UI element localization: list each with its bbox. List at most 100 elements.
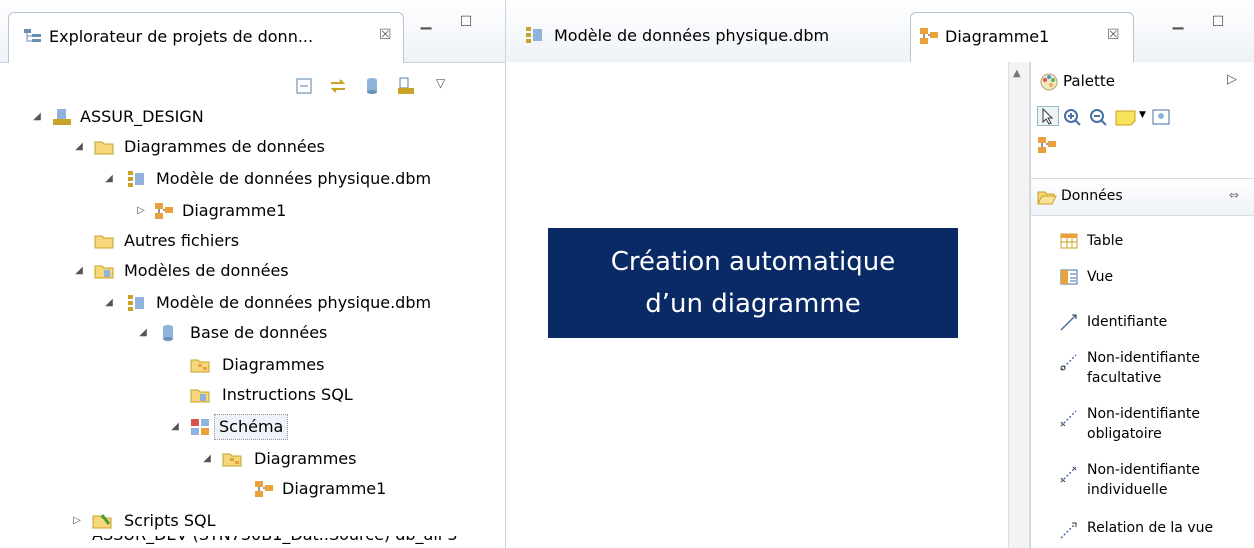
expanded-arrow-icon[interactable]: ◢ xyxy=(74,258,84,284)
image-tool-icon[interactable] xyxy=(1151,108,1171,126)
tree-item-schema[interactable]: ◢ Schéma xyxy=(0,414,500,440)
expanded-arrow-icon[interactable]: ◢ xyxy=(170,414,180,440)
palette-group-donnees[interactable]: Données ⇔ xyxy=(1031,178,1254,216)
palette-item-sublabel: individuelle xyxy=(1087,482,1168,498)
palette-item-identifiante[interactable]: Identifiante xyxy=(1031,306,1254,336)
annotation-callout: Création automatique d’un diagramme xyxy=(548,228,958,338)
palette-item-label: Vue xyxy=(1087,269,1114,285)
tree-item-diagrammes-de-donnees[interactable]: ◢ Diagrammes de données xyxy=(0,134,500,160)
database-icon xyxy=(158,324,178,342)
palette-item-label: Relation de la vue xyxy=(1087,520,1214,536)
tab-diagram[interactable]: Diagramme1 ☒ xyxy=(910,12,1134,63)
tree-item-diagrammes-a[interactable]: Diagrammes xyxy=(0,352,500,378)
folder-icon xyxy=(94,232,114,250)
tree-item-diagrammes-b[interactable]: ◢ Diagrammes xyxy=(0,446,500,472)
model-file-icon xyxy=(126,170,146,188)
expanded-arrow-icon[interactable]: ◢ xyxy=(74,134,84,160)
close-icon[interactable]: ☒ xyxy=(1107,27,1120,43)
collapsed-arrow-icon[interactable]: ▷ xyxy=(136,198,146,224)
tree-label: Modèle de données physique.dbm xyxy=(156,293,432,312)
minimize-icon[interactable]: ▁ xyxy=(1170,14,1186,30)
tree-label: Diagramme1 xyxy=(182,201,287,220)
maximize-icon[interactable]: ☐ xyxy=(458,14,474,30)
close-icon[interactable]: ☒ xyxy=(379,27,392,43)
expanded-arrow-icon[interactable]: ◢ xyxy=(138,320,148,346)
palette-item-table[interactable]: Table xyxy=(1031,228,1254,254)
tab-diagram-title: Diagramme1 xyxy=(945,27,1050,46)
diagram-canvas[interactable]: Création automatique d’un diagramme xyxy=(506,62,1008,548)
expanded-arrow-icon[interactable]: ◢ xyxy=(202,446,212,472)
tree-item-modeles-de-donnees[interactable]: ◢ Modèles de données xyxy=(0,258,500,284)
tree-label: ASSUR_DESIGN xyxy=(80,107,204,126)
zoom-in-icon[interactable] xyxy=(1063,108,1083,126)
tab-model-title: Modèle de données physique.dbm xyxy=(554,26,830,45)
palette-item-relation-de-la-vue[interactable]: Relation de la vue xyxy=(1031,514,1254,544)
diagram-icon xyxy=(154,202,174,220)
scroll-up-icon[interactable]: ▲ xyxy=(1013,68,1021,79)
model-file-icon xyxy=(126,294,146,312)
scripts-folder-icon xyxy=(92,512,112,530)
link-with-editor-icon[interactable] xyxy=(328,76,348,96)
tree-label: Autres fichiers xyxy=(124,231,240,250)
collapse-group-icon[interactable]: ⇔ xyxy=(1229,188,1239,202)
expand-palette-icon[interactable]: ▷ xyxy=(1227,72,1237,87)
tree-item-diagramme1-a[interactable]: ▷ Diagramme1 xyxy=(0,198,500,224)
palette-item-sublabel: obligatoire xyxy=(1087,426,1162,442)
expanded-arrow-icon[interactable]: ◢ xyxy=(104,166,114,192)
diagram-icon xyxy=(254,480,274,498)
callout-line-2: d’un diagramme xyxy=(645,289,861,319)
palette-tools: ▼ xyxy=(1035,104,1251,164)
database-icon[interactable] xyxy=(362,76,382,96)
tree-item-base-de-donnees[interactable]: ◢ Base de données xyxy=(0,320,500,346)
palette-icon xyxy=(1039,72,1059,91)
explorer-toolbar: ▽ xyxy=(290,76,490,102)
minimize-icon[interactable]: ▁ xyxy=(418,14,434,30)
maximize-icon[interactable]: ☐ xyxy=(1210,14,1226,30)
diagrams-folder-icon xyxy=(222,450,242,468)
tree-item-scripts-sql[interactable]: ▷ Scripts SQL xyxy=(0,508,500,534)
tree-label: Diagrammes xyxy=(222,355,325,374)
expanded-arrow-icon[interactable]: ◢ xyxy=(32,104,42,130)
diagram-icon[interactable] xyxy=(1037,136,1057,154)
zoom-out-icon[interactable] xyxy=(1089,108,1109,126)
tree-item-diagramme1-b[interactable]: Diagramme1 xyxy=(0,476,500,502)
view-menu-icon[interactable]: ▽ xyxy=(436,76,456,96)
palette-title: Palette xyxy=(1063,72,1115,90)
tree-label: Base de données xyxy=(190,323,328,342)
folder-icon xyxy=(94,138,114,156)
collapse-all-icon[interactable] xyxy=(294,76,314,96)
dropdown-arrow-icon[interactable]: ▼ xyxy=(1139,110,1146,120)
tree-item-modele-2[interactable]: ◢ Modèle de données physique.dbm xyxy=(0,290,500,316)
palette-item-vue[interactable]: Vue xyxy=(1031,264,1254,290)
explorer-tab[interactable]: Explorateur de projets de donn... ☒ xyxy=(8,12,404,63)
collapsed-arrow-icon[interactable]: ▷ xyxy=(72,508,82,534)
nonidentifying-mandatory-icon xyxy=(1059,408,1079,428)
vertical-scrollbar[interactable]: ▲ xyxy=(1008,62,1030,548)
select-tool-icon[interactable] xyxy=(1037,106,1059,126)
palette-item-label: Non-identifiante xyxy=(1087,406,1200,422)
tree-item-assur-design[interactable]: ◢ ASSUR_DESIGN xyxy=(0,104,500,130)
tree-label-selected: Schéma xyxy=(214,414,289,440)
palette-panel: Palette ▷ ▼ Données ⇔ Table Vue Identifi… xyxy=(1030,62,1254,548)
sql-folder-icon xyxy=(190,386,210,404)
tree-item-cut[interactable]: ASSUR_DEV (STN730B1_Dat..Source) db_all … xyxy=(0,536,500,548)
tree-label: Diagrammes xyxy=(254,449,357,468)
palette-item-non-identifiante-facultative[interactable]: Non-identifiante facultative xyxy=(1031,346,1254,392)
tab-model[interactable]: Modèle de données physique.dbm xyxy=(510,12,900,62)
new-project-icon[interactable] xyxy=(396,76,416,96)
tree-item-modele-1[interactable]: ◢ Modèle de données physique.dbm xyxy=(0,166,500,192)
palette-item-label: Non-identifiante xyxy=(1087,350,1200,366)
tree-item-instructions-sql[interactable]: Instructions SQL xyxy=(0,382,500,408)
palette-item-non-identifiante-obligatoire[interactable]: Non-identifiante obligatoire xyxy=(1031,402,1254,448)
editor-area: Modèle de données physique.dbm Diagramme… xyxy=(506,0,1254,548)
schema-icon xyxy=(190,418,210,436)
palette-group-label: Données xyxy=(1061,188,1123,204)
expanded-arrow-icon[interactable]: ◢ xyxy=(104,290,114,316)
tree-label: Modèle de données physique.dbm xyxy=(156,169,432,188)
palette-item-non-identifiante-individuelle[interactable]: Non-identifiante individuelle xyxy=(1031,458,1254,504)
tree-item-autres-fichiers[interactable]: Autres fichiers xyxy=(0,228,500,254)
palette-header[interactable]: Palette ▷ xyxy=(1031,62,1254,100)
callout-line-1: Création automatique xyxy=(610,247,896,277)
note-icon[interactable] xyxy=(1115,108,1136,126)
tree-label: Instructions SQL xyxy=(222,385,353,404)
